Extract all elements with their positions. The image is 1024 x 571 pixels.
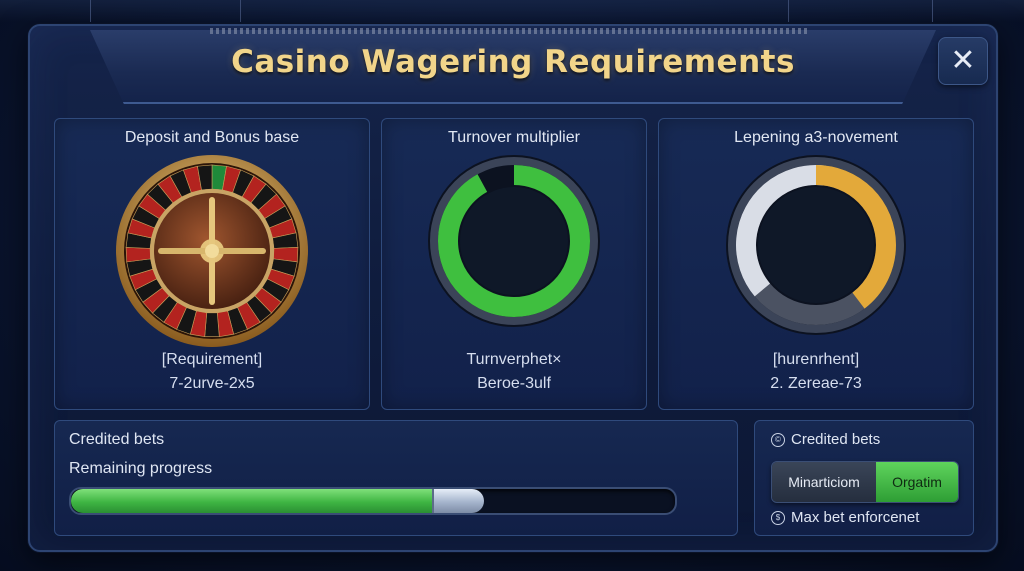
roulette-pocket bbox=[204, 312, 220, 337]
close-icon: ✕ bbox=[950, 43, 976, 78]
card-label: Turnverphet× bbox=[466, 351, 562, 368]
progress-bar bbox=[69, 487, 677, 515]
background-cable bbox=[90, 0, 91, 22]
card-movement: Lepening a3-novement [hurenrhent] 2. Zer… bbox=[658, 118, 974, 410]
credited-bets-label: Credited bets bbox=[69, 431, 165, 448]
max-bet-row[interactable]: $ Max bet enforcenet bbox=[771, 509, 919, 526]
progress-thumb[interactable] bbox=[432, 489, 484, 513]
toggle-option-off[interactable]: Minarticiom bbox=[772, 462, 876, 502]
info-circle-icon: © bbox=[771, 432, 785, 447]
turnover-ring-icon bbox=[428, 155, 600, 327]
roulette-wheel-icon bbox=[116, 155, 308, 347]
toggle-option-on[interactable]: Orgatim bbox=[876, 462, 958, 502]
remaining-progress-label: Remaining progress bbox=[69, 460, 213, 477]
card-title: Lepening a3-novement bbox=[734, 129, 898, 146]
page-title: Casino Wagering Requirements bbox=[231, 44, 795, 80]
card-title: Turnover multiplier bbox=[448, 129, 580, 146]
dollar-circle-icon: $ bbox=[771, 510, 785, 525]
max-bet-label: Max bet enforcenet bbox=[791, 509, 920, 526]
wagering-panel: Casino Wagering Requirements ✕ Deposit a… bbox=[28, 24, 998, 552]
title-rivets bbox=[210, 28, 810, 34]
card-value: Beroe-3ulf bbox=[477, 375, 551, 392]
background-cable bbox=[788, 0, 789, 22]
close-button[interactable]: ✕ bbox=[938, 37, 988, 85]
progress-panel: Credited bets Remaining progress bbox=[54, 420, 738, 536]
card-value: 2. Zereae-73 bbox=[770, 375, 862, 392]
card-label: [Requirement] bbox=[161, 351, 263, 368]
card-value: 7-2urve-2x5 bbox=[169, 375, 255, 392]
movement-ring-icon bbox=[726, 155, 906, 335]
card-label: [hurenrhent] bbox=[772, 351, 860, 368]
mode-toggle[interactable]: Minarticiom Orgatim bbox=[771, 461, 959, 503]
progress-fill bbox=[71, 489, 432, 513]
background-cable bbox=[240, 0, 241, 22]
card-title: Deposit and Bonus base bbox=[124, 129, 300, 146]
credited-bets-label: Credited bets bbox=[791, 431, 881, 448]
settings-panel: © Credited bets Minarticiom Orgatim $ Ma… bbox=[754, 420, 974, 536]
background-cable bbox=[932, 0, 933, 22]
card-deposit-bonus: Deposit and Bonus base [Requirement] 7-2… bbox=[54, 118, 370, 410]
credited-bets-row: © Credited bets bbox=[771, 431, 880, 448]
card-turnover-multiplier: Turnover multiplier Turnverphet× Beroe-3… bbox=[381, 118, 647, 410]
background-rail bbox=[0, 0, 1024, 22]
